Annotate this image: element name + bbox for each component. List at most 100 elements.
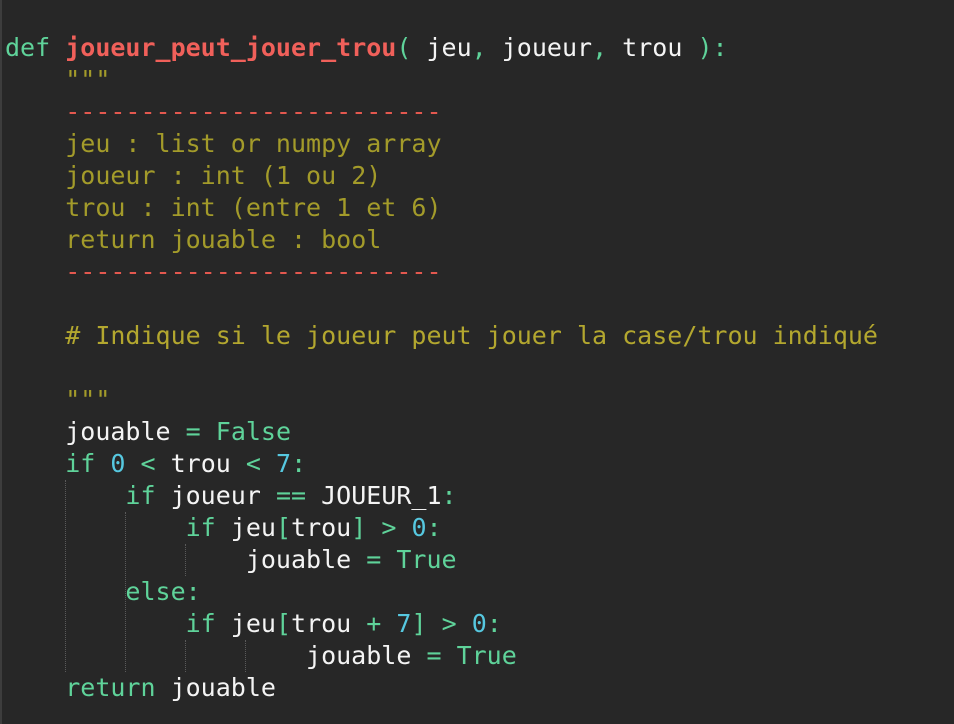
editor-gutter-edge [0,0,2,724]
code-token: trou [291,609,367,638]
code-token: joueur : int (1 ou 2) [65,161,382,190]
code-token: joueur [486,33,593,62]
code-token: return [65,673,156,702]
code-token: if [185,513,216,542]
code-token: jeu [411,33,472,62]
code-token: True [396,545,457,574]
code-token: + [366,609,382,638]
code-line[interactable]: ------------------------- [5,256,878,288]
code-token: trou : int (entre 1 et 6) [65,193,442,222]
code-token: joueur [155,481,276,510]
code-token: , [471,33,487,62]
code-line[interactable]: # Indique si le joueur peut jouer la cas… [5,320,878,352]
code-token: jouable [306,641,427,670]
code-token: if [65,449,96,478]
code-token: JOUEUR_1 [306,481,442,510]
code-line[interactable]: jeu : list or numpy array [5,128,878,160]
code-token: if [185,609,216,638]
code-token: > [381,513,397,542]
code-token: False [215,417,292,446]
code-token: ): [697,33,728,62]
code-token: < [140,449,156,478]
code-token: = [366,545,382,574]
code-token: # Indique si le joueur peut jouer la cas… [65,321,878,350]
code-token: = [185,417,201,446]
code-line[interactable]: joueur : int (1 ou 2) [5,160,878,192]
code-token: : [426,513,442,542]
code-line[interactable]: else: [5,576,878,608]
code-line[interactable]: return jouable : bool [5,224,878,256]
code-line[interactable]: jouable = True [5,544,878,576]
code-token: jeu [215,513,276,542]
code-line[interactable]: jouable = False [5,416,878,448]
code-line[interactable]: ------------------------- [5,96,878,128]
code-token: 7 [396,609,412,638]
code-token: jeu [215,609,276,638]
code-line[interactable] [5,288,878,320]
code-token: True [456,641,517,670]
code-token: 7 [276,449,292,478]
code-token: jouable [245,545,367,574]
code-token: jouable [155,673,276,702]
code-token: == [275,481,307,510]
code-token: : [291,449,307,478]
code-line[interactable]: return jouable [5,672,878,704]
code-editor[interactable]: def joueur_peut_jouer_trou( jeu, joueur,… [0,0,954,724]
code-token: 0 [110,449,126,478]
code-line[interactable]: """ [5,384,878,416]
code-token: , [592,33,608,62]
code-token: else: [125,577,201,606]
code-line[interactable]: if jeu[trou + 7] > 0: [5,608,878,640]
code-token: < [245,449,261,478]
code-token: = [426,641,442,670]
code-token: [ [275,609,292,638]
code-line[interactable]: if 0 < trou < 7: [5,448,878,480]
code-line[interactable]: jouable = True [5,640,878,672]
code-token: joueur_peut_jouer_trou [65,33,397,62]
code-token: """ [65,385,111,414]
code-line[interactable]: """ [5,64,878,96]
code-token: 0 [411,513,427,542]
code-token: return jouable : bool [65,225,382,254]
code-line[interactable]: trou : int (entre 1 et 6) [5,192,878,224]
code-token: trou [607,33,698,62]
code-token: ------------------------- [65,257,442,286]
code-token: trou [291,513,352,542]
code-line[interactable] [5,352,878,384]
code-token: : [441,481,457,510]
code-token: ] [351,513,367,542]
code-token: ------------------------- [65,97,442,126]
code-content[interactable]: def joueur_peut_jouer_trou( jeu, joueur,… [5,32,878,704]
code-line[interactable]: if joueur == JOUEUR_1: [5,480,878,512]
code-line[interactable]: if jeu[trou] > 0: [5,512,878,544]
code-token: [ [275,513,292,542]
code-token: 0 [471,609,487,638]
code-line[interactable]: def joueur_peut_jouer_trou( jeu, joueur,… [5,32,878,64]
